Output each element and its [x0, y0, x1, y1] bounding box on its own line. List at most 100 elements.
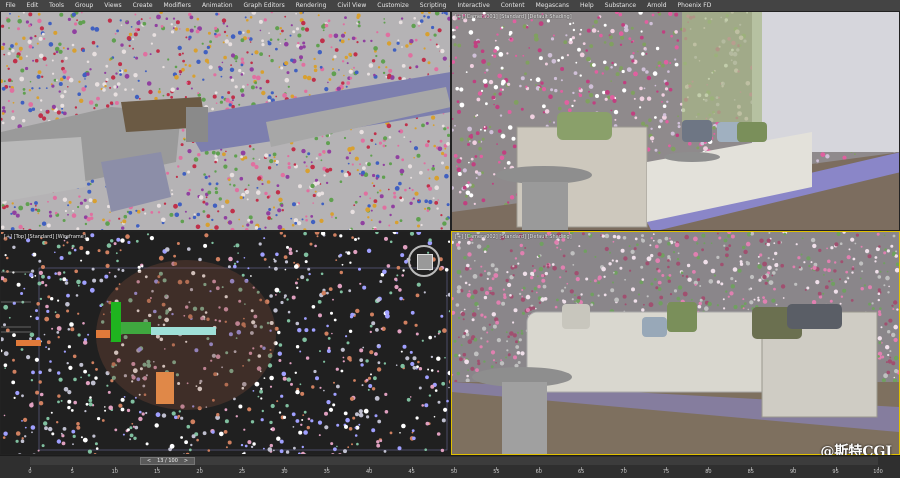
menu-item-create[interactable]: Create: [127, 0, 158, 11]
flower-dot: [496, 300, 500, 304]
menu-item-graph-editors[interactable]: Graph Editors: [238, 0, 290, 11]
flower-dot: [256, 190, 261, 195]
flower-dot: [254, 165, 258, 169]
viewport-label[interactable]: [+] [Camera002] [Standard] [Default Shad…: [455, 234, 572, 240]
flower-dot: [543, 265, 545, 267]
timeline[interactable]: < 13 / 100 > 051015202530354045505560657…: [0, 455, 900, 478]
menu-item-customize[interactable]: Customize: [372, 0, 415, 11]
flower-dot: [288, 311, 291, 314]
flower-dot: [457, 100, 460, 103]
flower-dot: [872, 307, 875, 310]
flower-dot: [301, 63, 305, 67]
flower-dot: [234, 246, 236, 248]
flower-dot: [378, 361, 381, 364]
flower-dot: [881, 326, 883, 328]
flower-dot: [350, 397, 354, 401]
menu-item-modifiers[interactable]: Modifiers: [158, 0, 196, 11]
flower-dot: [268, 32, 270, 34]
menu-item-megascans[interactable]: Megascans: [530, 0, 574, 11]
menu-item-views[interactable]: Views: [99, 0, 127, 11]
flower-dot: [308, 273, 310, 275]
flower-dot: [572, 92, 574, 94]
menu-item-edit[interactable]: Edit: [21, 0, 44, 11]
viewport-top-wireframe[interactable]: [+] [Top] [Standard] [Wireframe]: [0, 231, 451, 455]
menu-item-group[interactable]: Group: [69, 0, 98, 11]
flower-dot: [48, 348, 50, 350]
menu-item-content[interactable]: Content: [495, 0, 530, 11]
flower-dot: [69, 78, 74, 83]
flower-dot: [472, 140, 477, 145]
flower-dot: [155, 24, 158, 27]
time-slider-thumb[interactable]: < 13 / 100 >: [140, 457, 195, 465]
menu-item-tools[interactable]: Tools: [44, 0, 70, 11]
ruler-tick-label: 50: [451, 469, 457, 475]
flower-dot: [310, 165, 315, 170]
menu-item-interactive[interactable]: Interactive: [452, 0, 495, 11]
flower-dot: [509, 31, 513, 35]
flower-dot: [480, 314, 483, 317]
flower-dot: [650, 136, 654, 140]
flower-dot: [500, 359, 502, 361]
flower-dot: [190, 419, 195, 424]
menu-item-phoenix-fd[interactable]: Phoenix FD: [672, 0, 717, 11]
flower-dot: [211, 430, 214, 433]
menu-item-help[interactable]: Help: [575, 0, 600, 11]
flower-dot: [72, 443, 74, 445]
menu-item-rendering[interactable]: Rendering: [290, 0, 332, 11]
menu-item-file[interactable]: File: [0, 0, 21, 11]
viewcube-icon[interactable]: [408, 245, 440, 277]
flower-dot: [296, 250, 298, 252]
flower-dot: [425, 32, 429, 36]
flower-dot: [290, 59, 293, 62]
flower-dot: [21, 420, 23, 422]
flower-dot: [419, 171, 423, 175]
flower-dot: [179, 410, 181, 412]
viewport-label[interactable]: [+] [Top] [Standard] [Wireframe]: [4, 234, 86, 240]
flower-dot: [276, 400, 278, 402]
flower-dot: [661, 274, 664, 277]
prev-frame-arrow[interactable]: <: [147, 458, 151, 464]
flower-dot: [307, 268, 310, 271]
flower-dot: [238, 69, 241, 72]
viewcube-face[interactable]: [417, 254, 433, 270]
flower-dot: [193, 216, 196, 219]
flower-dot: [385, 314, 390, 319]
flower-dot: [891, 305, 893, 307]
flower-dot: [649, 302, 654, 307]
flower-dot: [296, 345, 299, 348]
flower-dot: [441, 449, 444, 452]
flower-dot: [580, 29, 582, 31]
flower-dot: [345, 56, 348, 59]
flower-dot: [757, 299, 760, 302]
time-slider-track[interactable]: < 13 / 100 >: [30, 457, 878, 465]
flower-dot: [280, 43, 282, 45]
flower-dot: [412, 189, 414, 191]
flower-dot: [327, 349, 331, 353]
viewport-top-left[interactable]: [+] [Camera001] [Standard] [Default Shad…: [0, 11, 451, 231]
flower-dot: [772, 271, 776, 275]
menu-item-civil-view[interactable]: Civil View: [332, 0, 372, 11]
flower-dot: [370, 373, 372, 375]
viewport-bottom-right[interactable]: [+] [Camera002] [Standard] [Default Shad…: [451, 231, 900, 455]
flower-dot: [327, 150, 331, 154]
ruler-tick-label: 80: [705, 469, 711, 475]
flower-dot: [892, 253, 895, 256]
menu-item-scripting[interactable]: Scripting: [414, 0, 452, 11]
flower-dot: [137, 210, 141, 214]
viewport-top-right[interactable]: [+] [Camera001] [Standard] [Default Shad…: [451, 11, 900, 231]
flower-dot: [225, 151, 227, 153]
flower-dot: [401, 274, 404, 277]
flower-dot: [121, 24, 123, 26]
menu-item-arnold[interactable]: Arnold: [642, 0, 672, 11]
flower-dot: [73, 355, 77, 359]
flower-dot: [856, 234, 859, 237]
menu-item-substance[interactable]: Substance: [599, 0, 641, 11]
viewport-label[interactable]: [+] [Camera001] [Standard] [Default Shad…: [455, 14, 572, 20]
menu-item-animation[interactable]: Animation: [196, 0, 238, 11]
flower-dot: [877, 355, 880, 358]
frame-ruler[interactable]: 0510152025303540455055606570758085909510…: [30, 467, 878, 478]
flower-dot: [397, 329, 401, 333]
next-frame-arrow[interactable]: >: [184, 458, 188, 464]
flower-dot: [285, 404, 288, 407]
flower-dot: [302, 218, 304, 220]
